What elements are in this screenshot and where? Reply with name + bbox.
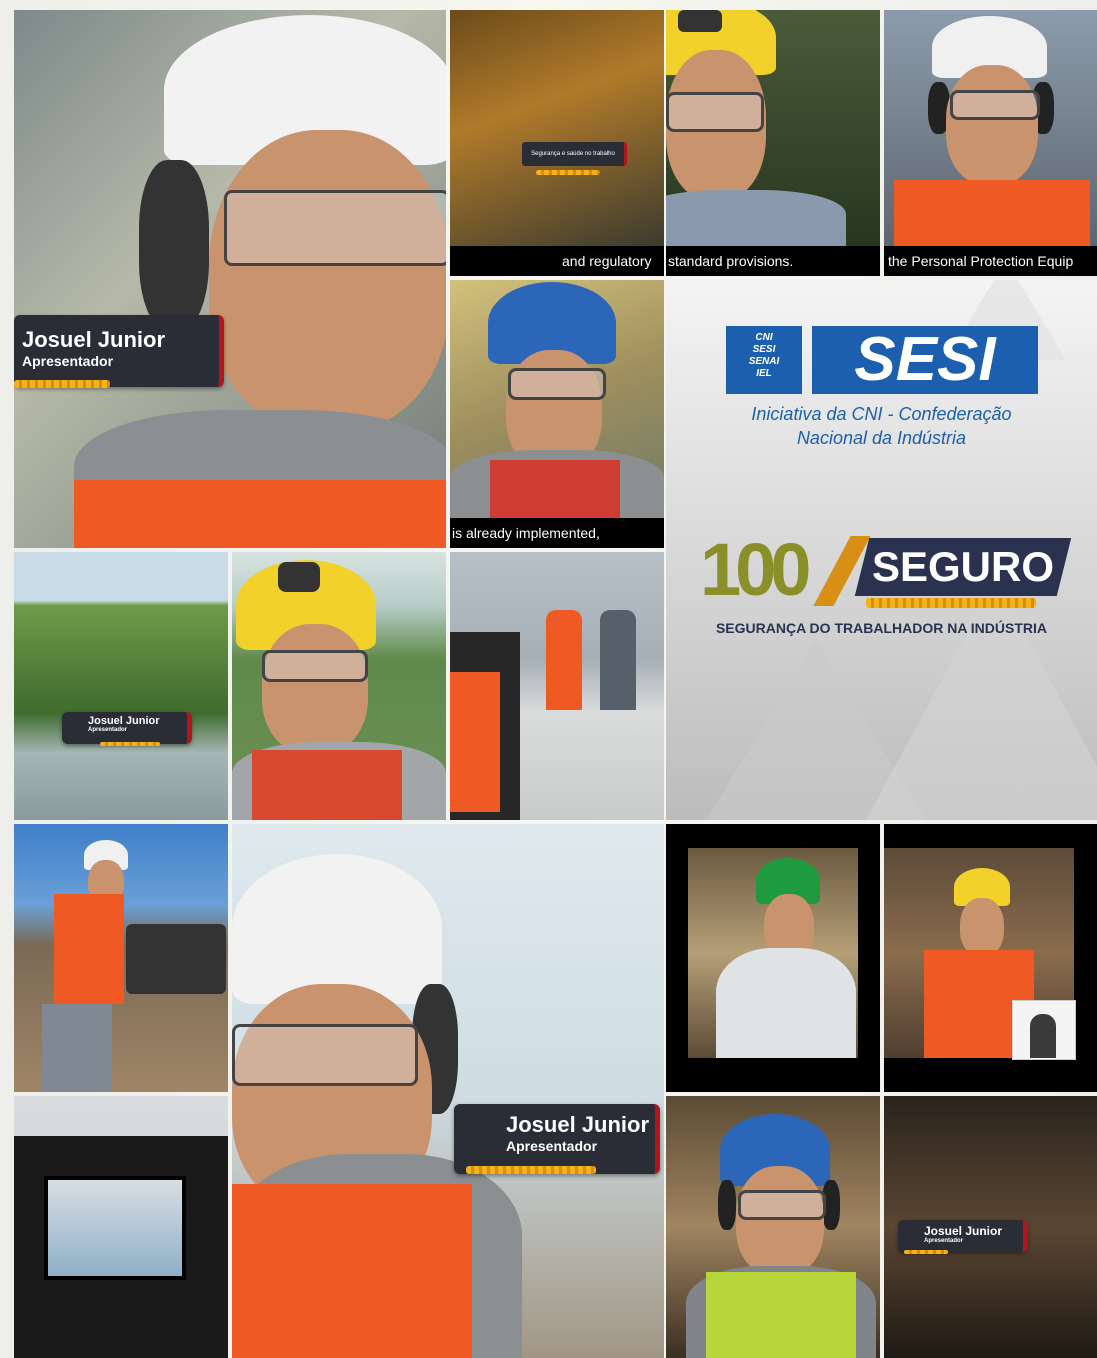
subtitle-4: is already implemented, xyxy=(450,518,664,548)
presenter-role: Apresentador xyxy=(22,353,114,369)
lower-third-bar-small xyxy=(100,742,160,746)
lower-third-bar-large xyxy=(466,1166,596,1174)
sesi-tagline-1: Iniciativa da CNI - Confederação xyxy=(751,404,1012,424)
camera-screen xyxy=(44,1176,186,1280)
sesi-wordmark: SESI xyxy=(854,325,996,394)
sesi-wordmark-box: SESI xyxy=(812,326,1038,394)
photo-presenter-yellow-helmet-field xyxy=(232,552,446,820)
sesi-tagline-2: Nacional da Indústria xyxy=(796,428,967,448)
lower-third-progress-bar xyxy=(14,380,110,388)
photo-warehouse-lower-third: Josuel Junior Apresentador xyxy=(884,1096,1097,1358)
presenter-lower-third-large: Josuel Junior Apresentador xyxy=(454,1104,660,1174)
presenter-role-small: Apresentador xyxy=(88,727,128,733)
photo-presenter-closeup-bottom: Josuel Junior Apresentador xyxy=(232,824,664,1358)
campaign-number: 100 xyxy=(700,528,811,611)
presenter-role-large: Apresentador xyxy=(506,1138,598,1154)
video-frame-caption-card: Segurança e saúde no trabalho and regula… xyxy=(450,10,664,276)
logo-sesi-small: SESI xyxy=(752,344,776,355)
cni-logo-block: CNI SESI SENAI IEL xyxy=(726,326,802,394)
presenter-lower-third: Josuel Junior Apresentador xyxy=(14,315,224,387)
photo-behind-scenes-classroom xyxy=(450,552,664,820)
presenter-name-small: Josuel Junior xyxy=(88,715,160,727)
photo-presenter-blue-helmet: is already implemented, xyxy=(450,280,664,548)
subtitle-1: and regulatory xyxy=(450,246,664,276)
presenter-name: Josuel Junior xyxy=(22,327,166,352)
photo-presenter-yellow-helmet-lamp: standard provisions. xyxy=(666,10,880,276)
campaign-subline: SEGURANÇA DO TRABALHADOR NA INDÚSTRIA xyxy=(715,620,1048,636)
photo-landscape-hills: Josuel Junior Apresentador xyxy=(14,552,228,820)
campaign-stripe xyxy=(866,598,1036,608)
subtitle-3: the Personal Protection Equip xyxy=(884,246,1097,276)
logo-senai: SENAI xyxy=(748,356,780,367)
presenter-name-warehouse: Josuel Junior xyxy=(924,1224,1003,1238)
photo-presenter-closeup-white-helmet: Josuel Junior Apresentador xyxy=(14,10,446,548)
presenter-lower-third-small: Josuel Junior Apresentador xyxy=(62,712,192,744)
photo-camera-viewfinder xyxy=(14,1096,228,1358)
small-caption-card: Segurança e saúde no trabalho xyxy=(522,142,627,166)
caption-card-bar xyxy=(536,170,600,175)
photo-presenter-white-helmet-earmuffs: the Personal Protection Equip xyxy=(884,10,1097,276)
lower-third-bar-warehouse xyxy=(904,1250,948,1254)
photo-worker-green-helmet xyxy=(666,824,880,1092)
campaign-word: SEGURO xyxy=(871,543,1055,590)
presenter-role-warehouse: Apresentador xyxy=(924,1238,964,1244)
photo-worker-mining-site xyxy=(14,824,228,1092)
presenter-lower-third-warehouse: Josuel Junior Apresentador xyxy=(898,1220,1028,1252)
photo-worker-blue-helmet-warehouse xyxy=(666,1096,880,1358)
presenter-name-large: Josuel Junior xyxy=(506,1112,650,1137)
logo-cni: CNI xyxy=(755,332,773,343)
sign-language-interpreter xyxy=(1030,1014,1056,1058)
photo-worker-yellow-helmet-libras xyxy=(884,824,1097,1092)
logo-iel: IEL xyxy=(756,368,772,379)
subtitle-2: standard provisions. xyxy=(666,246,880,276)
sesi-branding-panel: CNI SESI SENAI IEL SESI Iniciativa da CN… xyxy=(666,280,1097,820)
